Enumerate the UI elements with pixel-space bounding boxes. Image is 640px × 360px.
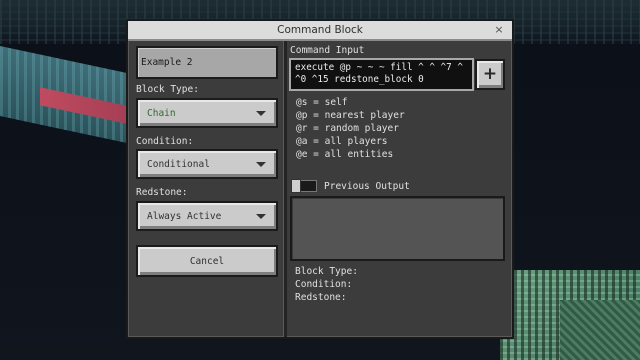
condition-dropdown[interactable]: Conditional <box>136 149 278 179</box>
redstone-dropdown[interactable]: Always Active <box>136 201 278 231</box>
chevron-down-icon <box>256 162 266 167</box>
selector-item: @r = random player <box>296 123 399 134</box>
redstone-value: Always Active <box>147 211 222 222</box>
command-input-field[interactable]: execute @p ~ ~ ~ fill ^ ^ ^7 ^ ^0 ^15 re… <box>289 58 474 91</box>
cancel-button[interactable]: Cancel <box>136 245 278 277</box>
command-block-dialog: Command Block × Example 2 Block Type: Ch… <box>126 19 514 339</box>
condition-value: Conditional <box>147 159 210 170</box>
previous-output-box <box>290 196 505 261</box>
cancel-label: Cancel <box>189 256 225 267</box>
selector-item: @a = all players <box>296 136 388 147</box>
previous-output-toggle[interactable] <box>291 179 317 193</box>
command-text: execute @p ~ ~ ~ fill ^ ^ ^7 ^ ^0 ^15 re… <box>295 62 463 85</box>
selector-help-list: @s = self @p = nearest player @r = rando… <box>296 96 405 161</box>
chevron-down-icon <box>256 111 266 116</box>
chevron-down-icon <box>256 214 266 219</box>
info-block-type: Block Type: <box>295 266 358 277</box>
block-type-dropdown[interactable]: Chain <box>136 98 278 128</box>
title-bar: Command Block × <box>128 21 512 41</box>
info-condition: Condition: <box>295 279 353 290</box>
selector-item: @p = nearest player <box>296 110 405 121</box>
block-name-input[interactable]: Example 2 <box>136 46 278 79</box>
block-name-value: Example 2 <box>141 57 193 68</box>
block-type-value: Chain <box>147 108 176 119</box>
close-icon[interactable]: × <box>493 23 505 37</box>
dialog-title: Command Block <box>277 24 363 36</box>
condition-label: Condition: <box>136 136 194 147</box>
redstone-label: Redstone: <box>136 187 188 198</box>
green-terrain-block-2 <box>560 300 640 360</box>
plus-icon: + <box>482 64 498 84</box>
previous-output-label: Previous Output <box>324 181 410 192</box>
selector-item: @s = self <box>296 97 348 108</box>
selector-item: @e = all entities <box>296 149 394 160</box>
block-type-label: Block Type: <box>136 84 199 95</box>
command-input-label: Command Input <box>290 45 365 56</box>
column-divider <box>283 41 287 337</box>
add-button[interactable]: + <box>475 59 505 90</box>
info-redstone: Redstone: <box>295 292 347 303</box>
toggle-knob <box>291 179 301 193</box>
